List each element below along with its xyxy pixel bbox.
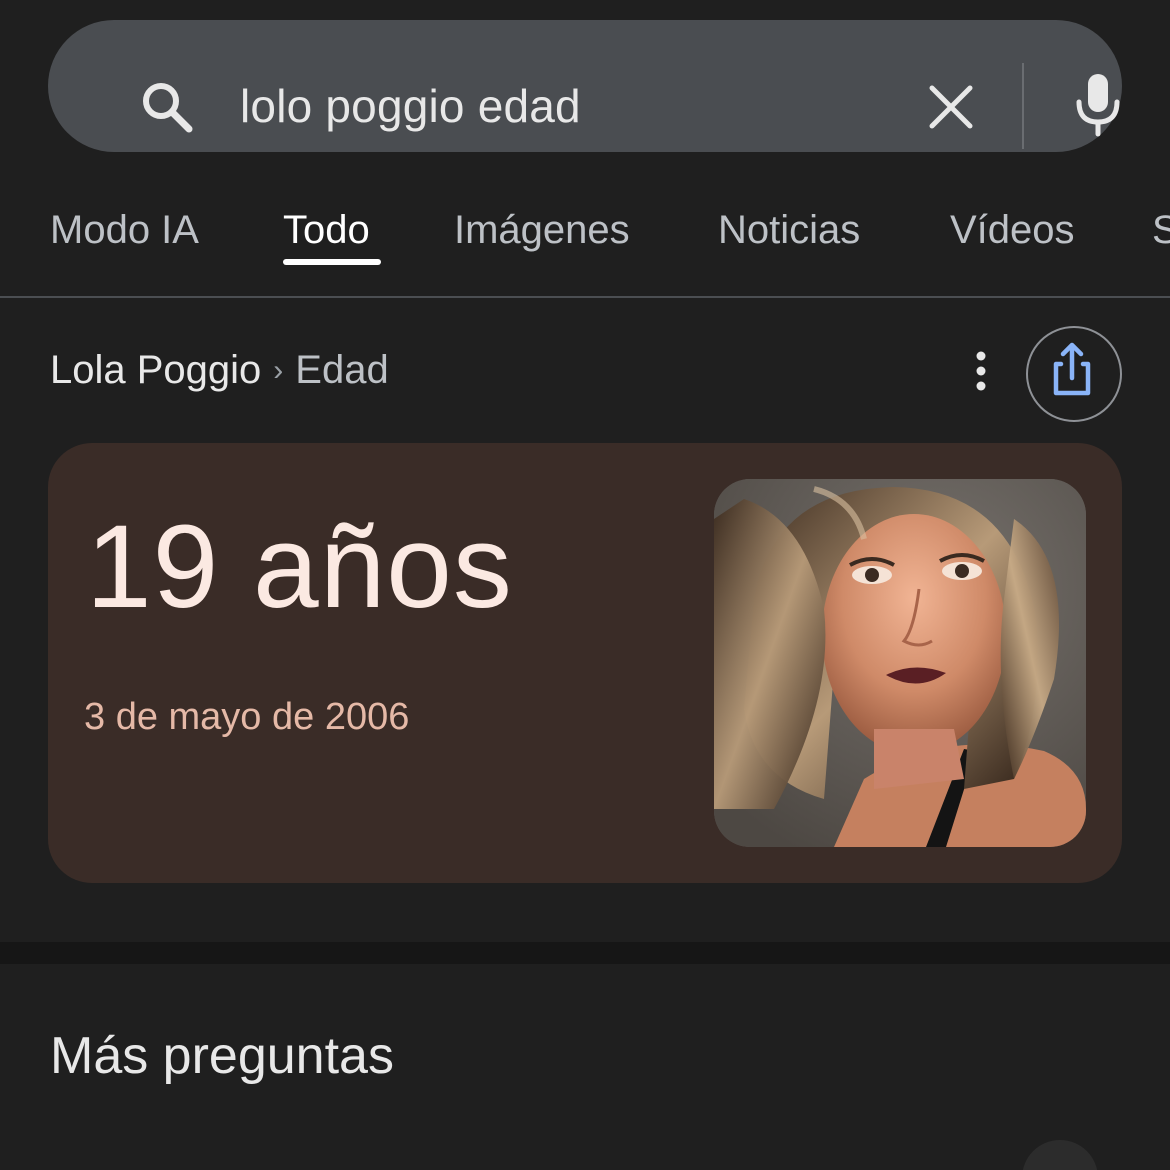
search-input[interactable]: lolo poggio edad: [240, 70, 581, 142]
tab-videos[interactable]: Vídeos: [950, 200, 1075, 260]
more-options-icon[interactable]: [958, 346, 1004, 396]
search-tabs: Modo IA Todo Imágenes Noticias Vídeos S: [0, 180, 1170, 298]
tab-noticias[interactable]: Noticias: [718, 200, 860, 260]
section-title-mas-preguntas: Más preguntas: [50, 1027, 394, 1085]
breadcrumb-entity[interactable]: Lola Poggio: [50, 348, 261, 392]
close-icon[interactable]: [922, 78, 980, 136]
breadcrumb: Lola Poggio › Edad: [50, 338, 389, 402]
active-tab-indicator: [283, 259, 381, 265]
portrait-photo[interactable]: [714, 479, 1086, 847]
search-bar[interactable]: lolo poggio edad: [48, 20, 1122, 152]
tab-imagenes[interactable]: Imágenes: [454, 200, 630, 260]
tab-overflow[interactable]: S: [1152, 200, 1170, 260]
search-results-page: lolo poggio edad Modo IA Todo Imágenes N…: [0, 0, 1170, 1170]
tab-modo-ia[interactable]: Modo IA: [50, 200, 199, 260]
breadcrumb-separator: ›: [273, 354, 284, 387]
tab-todo[interactable]: Todo: [283, 200, 370, 260]
breadcrumb-attribute: Edad: [295, 348, 389, 392]
age-answer-card[interactable]: 19 años 3 de mayo de 2006: [48, 443, 1122, 883]
search-icon[interactable]: [138, 78, 196, 136]
share-button[interactable]: [1026, 326, 1122, 422]
age-value: 19 años: [86, 501, 513, 633]
tabs-divider: [0, 296, 1170, 298]
share-icon: [1053, 342, 1091, 396]
search-bar-divider: [1022, 63, 1024, 149]
section-separator: [0, 942, 1170, 964]
partial-circle-button[interactable]: [1022, 1140, 1098, 1170]
portrait-illustration: [714, 479, 1086, 847]
microphone-icon[interactable]: [1070, 72, 1126, 138]
birth-date: 3 de mayo de 2006: [84, 696, 410, 738]
